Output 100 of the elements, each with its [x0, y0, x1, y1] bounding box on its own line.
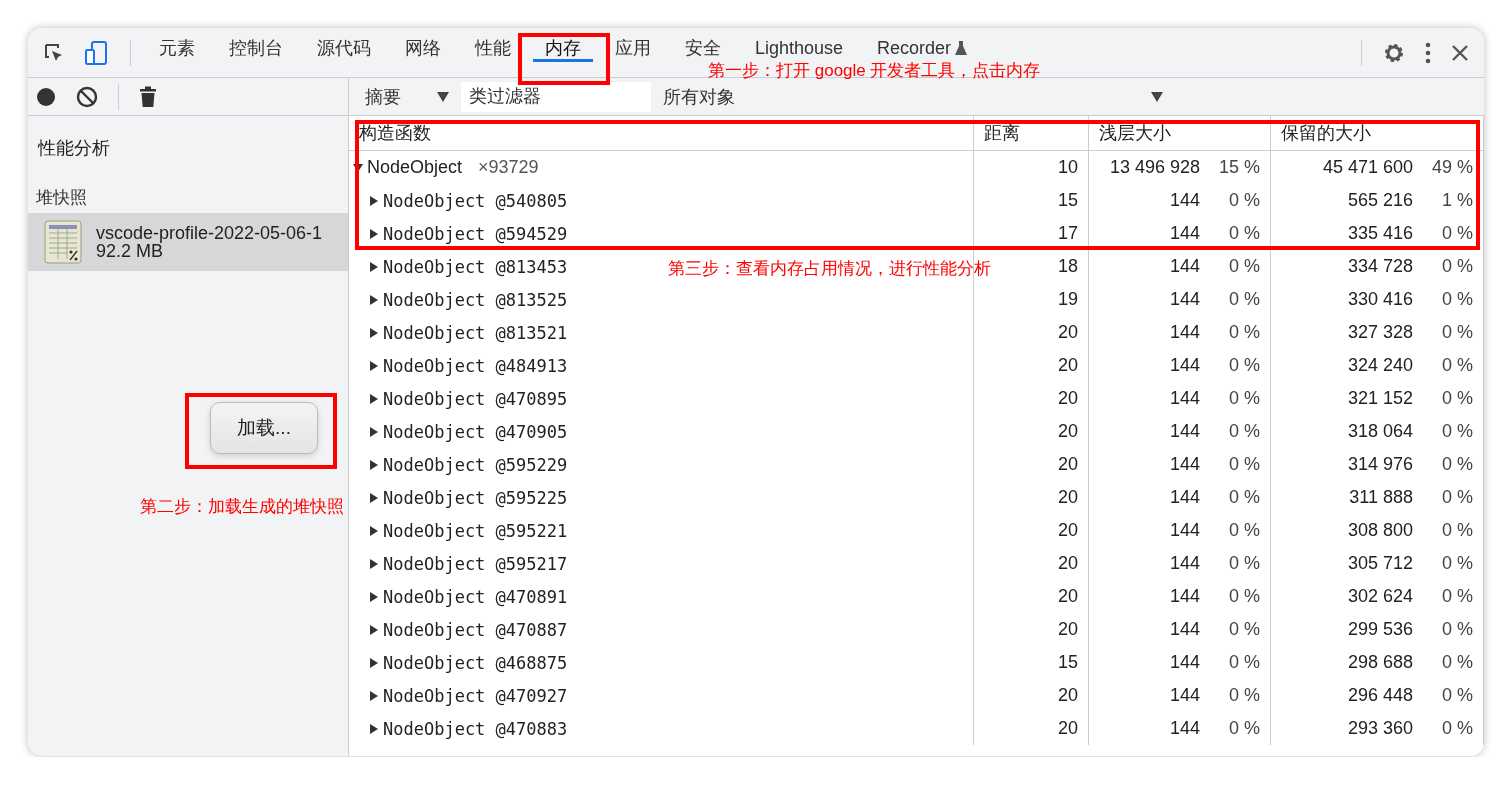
column-header[interactable]: 距离	[974, 116, 1089, 150]
table-cell-text: 0 %	[1440, 520, 1473, 541]
object-name: NodeObject @470883	[383, 718, 568, 739]
panel-tab[interactable]: 元素	[147, 34, 207, 62]
table-cell: 144	[1169, 388, 1200, 409]
table-cell-text: 0 %	[1440, 355, 1473, 376]
table-cell-text: 0 %	[1440, 619, 1473, 640]
table-cell: 144	[1169, 520, 1200, 541]
constructor-name: NodeObject	[367, 157, 463, 178]
object-name: NodeObject @813525	[383, 289, 568, 310]
object-name: NodeObject @595217	[383, 553, 568, 574]
object-name: NodeObject @470905	[383, 421, 568, 442]
table-cell-text: 0 %	[1227, 718, 1260, 739]
profile-item[interactable]: vscode-profile-2022-05-06-1 92.2 MB	[28, 213, 348, 271]
table-cell-text: 0 %	[1227, 454, 1260, 475]
table-cell-text: 0 %	[1440, 322, 1473, 343]
table-cell: 19	[974, 283, 1089, 316]
column-header[interactable]: 构造函数	[349, 116, 974, 150]
view-dropdown[interactable]: 摘要	[361, 84, 453, 109]
scope-dropdown[interactable]: 所有对象	[659, 84, 1167, 109]
table-cell-text: 0 %	[1227, 289, 1260, 310]
annotation-text: 第三步：查看内存占用情况，进行性能分析	[668, 258, 991, 280]
table-cell-text: 0 %	[1440, 553, 1473, 574]
table-cell: 293 360	[1347, 718, 1413, 739]
table-cell: 144	[1169, 190, 1200, 211]
table-cell-text: 0 %	[1227, 685, 1260, 706]
table-cell: 144	[1169, 718, 1200, 739]
table-cell-text: 0 %	[1227, 619, 1260, 640]
table-cell: 20	[974, 679, 1089, 712]
table-cell-text: 0 %	[1227, 190, 1260, 211]
table-cell: 144	[1169, 652, 1200, 673]
table-cell: 299 536	[1347, 619, 1413, 640]
object-name: NodeObject @468875	[383, 652, 568, 673]
table-cell-text: 0 %	[1227, 652, 1260, 673]
table-cell: 20	[974, 316, 1089, 349]
panel-tab[interactable]: 应用	[603, 34, 663, 62]
table-cell-text: 0 %	[1227, 355, 1260, 376]
panel-tab[interactable]: 内存	[533, 34, 593, 62]
table-cell-text: 0 %	[1440, 289, 1473, 310]
object-name: NodeObject @484913	[383, 355, 568, 376]
table-cell: 144	[1169, 619, 1200, 640]
table-cell-text: 0 %	[1227, 553, 1260, 574]
table-cell-text: 0 %	[1440, 223, 1473, 244]
profile-name: vscode-profile-2022-05-06-1	[96, 224, 323, 242]
table-cell-text: 0 %	[1440, 487, 1473, 508]
table-cell: 15	[974, 646, 1089, 679]
table-cell: 20	[974, 547, 1089, 580]
column-header[interactable]: 保留的大小	[1271, 116, 1484, 150]
table-cell: 144	[1169, 454, 1200, 475]
object-name: NodeObject @470891	[383, 586, 568, 607]
table-cell: 10	[974, 151, 1089, 184]
panel-tab[interactable]: Lighthouse	[743, 34, 856, 62]
profile-size: 92.2 MB	[96, 242, 164, 260]
table-cell: 144	[1169, 223, 1200, 244]
table-cell-text: 0 %	[1227, 322, 1260, 343]
table-cell-text: 49 %	[1430, 157, 1473, 178]
table-cell-text: 0 %	[1227, 388, 1260, 409]
table-cell: 144	[1169, 586, 1200, 607]
table-cell-text: 0 %	[1440, 421, 1473, 442]
object-name: NodeObject @595221	[383, 520, 568, 541]
object-name: NodeObject @470887	[383, 619, 568, 640]
table-cell: 311 888	[1349, 487, 1413, 508]
table-cell: 335 416	[1347, 223, 1413, 244]
table-cell-text: 0 %	[1227, 586, 1260, 607]
class-filter-field[interactable]: 类过滤器	[461, 81, 651, 112]
annotation-text: 第二步：加载生成的堆快照	[140, 496, 344, 518]
table-cell-text: 0 %	[1440, 685, 1473, 706]
table-cell: 296 448	[1347, 685, 1413, 706]
table-cell: 45 471 600	[1322, 157, 1413, 178]
table-cell-text: 15 %	[1217, 157, 1260, 178]
table-cell-text: 0 %	[1440, 718, 1473, 739]
instance-count: ×93729	[478, 157, 539, 178]
table-cell: 565 216	[1347, 190, 1413, 211]
table-cell-text: 0 %	[1440, 586, 1473, 607]
panel-tab[interactable]: 安全	[673, 34, 733, 62]
object-name: NodeObject @470927	[383, 685, 568, 706]
object-name: NodeObject @594529	[383, 223, 568, 244]
table-cell: 144	[1169, 256, 1200, 277]
table-cell: 20	[974, 514, 1089, 547]
table-cell: 305 712	[1347, 553, 1413, 574]
table-cell: 20	[974, 580, 1089, 613]
object-name: NodeObject @540805	[383, 190, 568, 211]
panel-tab[interactable]: 控制台	[217, 34, 295, 62]
panel-tab[interactable]: 网络	[393, 34, 453, 62]
table-cell: 321 152	[1347, 388, 1413, 409]
table-cell: 20	[974, 382, 1089, 415]
table-cell: 144	[1169, 355, 1200, 376]
column-header[interactable]: 浅层大小	[1089, 116, 1271, 150]
table-cell: 20	[974, 613, 1089, 646]
panel-tab[interactable]: 源代码	[305, 34, 383, 62]
panel-tab[interactable]: 性能	[463, 34, 523, 62]
table-cell: 318 064	[1347, 421, 1413, 442]
load-button[interactable]: 加载...	[210, 402, 318, 454]
sidebar-title: 性能分析	[36, 137, 111, 160]
table-cell: 144	[1169, 421, 1200, 442]
panel-tab[interactable]: Recorder	[865, 34, 980, 62]
section-heading: 堆快照	[35, 187, 88, 209]
table-cell: 324 240	[1347, 355, 1413, 376]
table-cell-text: 0 %	[1440, 454, 1473, 475]
table-cell: 20	[974, 349, 1089, 382]
